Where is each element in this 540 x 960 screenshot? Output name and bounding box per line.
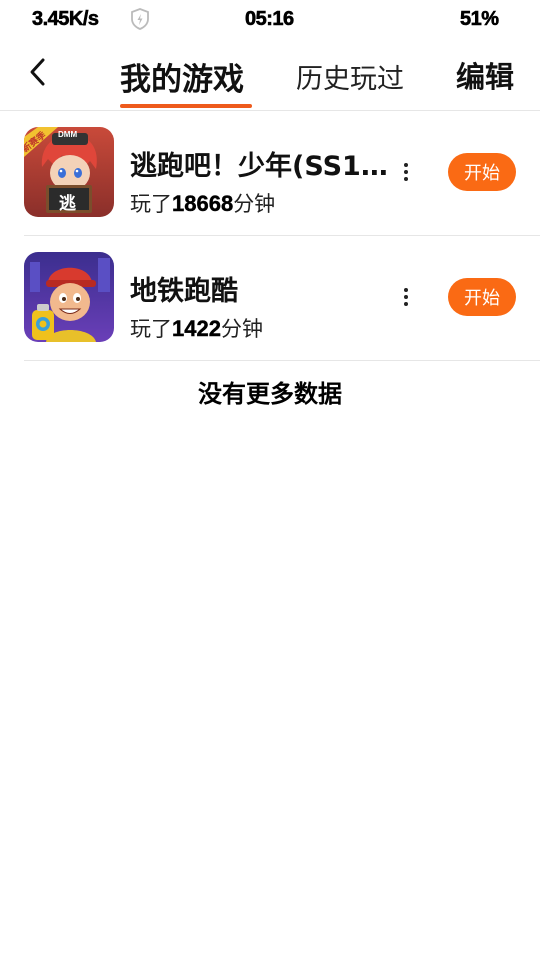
chevron-left-icon [27, 57, 49, 91]
clock: 05:16 [245, 8, 295, 31]
my-games-page: 3.45K/s 05:16 51% 我的游戏 历史玩过 编辑 新赛季 DMM 逃… [0, 0, 540, 960]
top-nav: 我的游戏 历史玩过 编辑 [0, 40, 540, 111]
game-title: 地铁跑酷 [130, 276, 238, 307]
playtime-prefix: 玩了 [130, 192, 172, 216]
network-speed: 3.45K/s [32, 8, 100, 31]
start-game-button[interactable]: 开始 [448, 153, 516, 191]
playtime-suffix: 分钟 [233, 192, 276, 216]
tab-history-played[interactable]: 历史玩过 [296, 57, 404, 96]
more-options-button[interactable] [394, 154, 418, 190]
status-bar: 3.45K/s 05:16 51% [0, 0, 540, 40]
battery-level: 51% [460, 8, 500, 31]
more-vertical-icon [404, 288, 408, 292]
playtime-prefix: 玩了 [130, 317, 172, 341]
playtime-minutes: 1422 [172, 316, 221, 341]
start-game-button[interactable]: 开始 [448, 278, 516, 316]
game-list-item[interactable]: 地铁跑酷 玩了1422分钟 开始 [24, 235, 540, 361]
icon-caption: 逃 [59, 194, 76, 214]
game-playtime: 玩了1422分钟 [130, 313, 263, 343]
more-vertical-icon [404, 163, 408, 167]
tab-my-games[interactable]: 我的游戏 [120, 54, 244, 99]
game-icon-escape[interactable]: 新赛季 DMM 逃 [24, 127, 114, 217]
shield-bolt-icon [129, 7, 151, 31]
game-title: 逃跑吧！少年(SS1... [130, 151, 390, 182]
edit-button[interactable]: 编辑 [456, 54, 514, 96]
game-icon-subway-surfers[interactable] [24, 252, 114, 342]
no-more-data-label: 没有更多数据 [198, 380, 342, 408]
more-options-button[interactable] [394, 279, 418, 315]
icon-tag: DMM [58, 130, 78, 139]
playtime-minutes: 18668 [172, 191, 234, 216]
game-list-item[interactable]: 新赛季 DMM 逃 逃跑吧！少年(SS1... 玩了18668分钟 开始 [24, 110, 540, 236]
active-tab-indicator [120, 104, 252, 108]
playtime-suffix: 分钟 [220, 317, 263, 341]
back-button[interactable] [18, 54, 58, 94]
game-playtime: 玩了18668分钟 [130, 188, 275, 218]
